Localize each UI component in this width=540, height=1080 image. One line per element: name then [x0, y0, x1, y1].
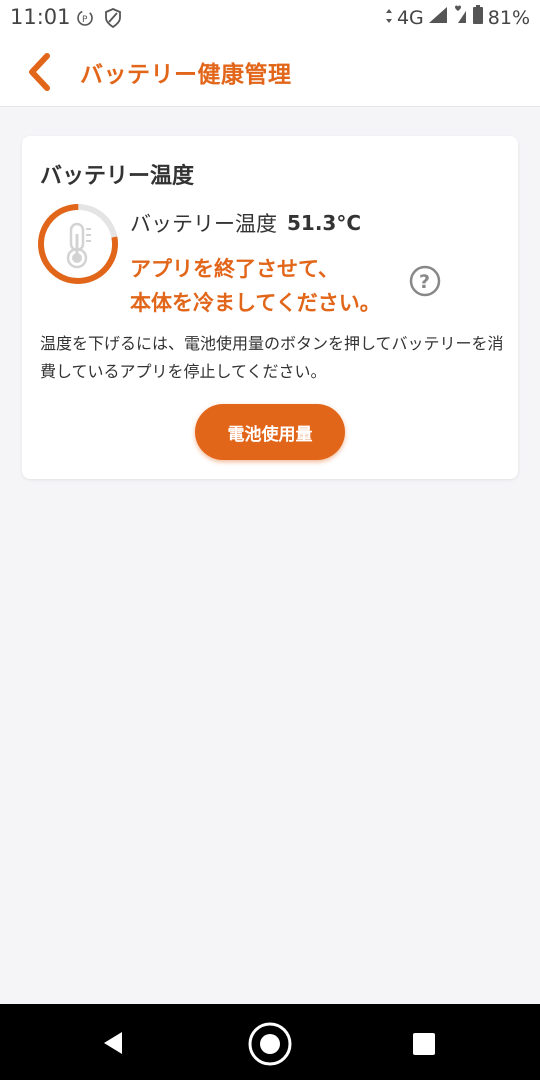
nav-back-button[interactable] [100, 1030, 126, 1056]
battery-temperature-card: バッテリー温度 バッテリー温度 51.3°C アプリを終了させて、 本体を冷まし… [22, 136, 518, 479]
temperature-label: バッテリー温度 [130, 212, 277, 236]
temperature-row: バッテリー温度 51.3°C [130, 208, 361, 238]
nav-home-icon [248, 1022, 292, 1066]
temperature-gauge [36, 202, 120, 286]
status-right: 4G 81% [385, 5, 530, 30]
description-text: 温度を下げるには、電池使用量のボタンを押してバッテリーを消費しているアプリを停止… [40, 334, 504, 381]
help-button[interactable]: ? [408, 264, 442, 298]
navigation-bar [0, 1004, 540, 1080]
thermometer-icon [66, 222, 91, 269]
battery-icon [472, 5, 484, 30]
app-bar: バッテリー健康管理 [0, 36, 540, 107]
chevron-left-icon [29, 53, 50, 91]
warning-line-2: 本体を冷ましてください。 [130, 291, 381, 315]
temperature-value: 51.3°C [287, 211, 362, 235]
nav-recent-button[interactable] [412, 1032, 436, 1056]
data-arrows-icon [385, 7, 393, 29]
battery-percent: 81% [487, 6, 530, 29]
nav-recent-icon [413, 1033, 435, 1055]
wifi-heart-icon [452, 5, 468, 30]
card-title: バッテリー温度 [40, 164, 195, 189]
warning-message: アプリを終了させて、 本体を冷ましてください。 [130, 252, 381, 320]
data-saver-icon: P [76, 9, 94, 31]
nav-home-button[interactable] [246, 1020, 294, 1068]
page-title: バッテリー健康管理 [80, 62, 292, 88]
question-icon: ? [409, 265, 441, 297]
status-left-icons: P [76, 8, 122, 32]
warning-line-1: アプリを終了させて、 [130, 257, 339, 281]
svg-text:?: ? [419, 271, 430, 293]
status-time: 11:01 [10, 5, 71, 29]
nav-back-icon [104, 1032, 122, 1054]
network-type: 4G [396, 6, 424, 29]
shield-icon [104, 8, 122, 32]
battery-usage-button[interactable]: 電池使用量 [195, 404, 345, 460]
back-button[interactable] [22, 52, 62, 92]
svg-text:P: P [82, 15, 88, 25]
status-bar: 11:01 P 4G 81% [0, 0, 540, 36]
signal-icon [428, 6, 448, 29]
